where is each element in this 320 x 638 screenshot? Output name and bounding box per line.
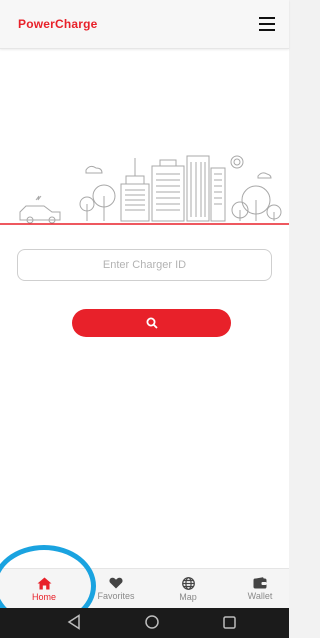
nav-label-wallet: Wallet bbox=[247, 591, 273, 601]
charger-id-input[interactable] bbox=[18, 258, 271, 272]
recents-square-icon[interactable] bbox=[223, 616, 236, 629]
wallet-icon bbox=[253, 577, 267, 589]
city-skyline-illustration bbox=[0, 155, 289, 225]
back-triangle-icon[interactable] bbox=[67, 614, 81, 630]
brand-logo: PowerCharge bbox=[18, 17, 98, 31]
app-screen: PowerCharge Enter Charger ID Home Favori… bbox=[0, 0, 289, 609]
nav-item-map[interactable]: Map bbox=[152, 569, 224, 609]
nav-item-wallet[interactable]: Wallet bbox=[224, 569, 296, 609]
home-circle-icon[interactable] bbox=[145, 615, 159, 629]
search-icon bbox=[146, 317, 158, 329]
globe-icon bbox=[181, 576, 195, 590]
nav-label-map: Map bbox=[179, 591, 197, 602]
brand-name: PowerCharge bbox=[18, 17, 98, 31]
nav-label-favorites: Favorites bbox=[97, 591, 135, 601]
search-button[interactable] bbox=[72, 309, 231, 337]
heart-icon bbox=[109, 577, 123, 589]
android-navigation-bar bbox=[0, 608, 289, 638]
charger-id-field[interactable] bbox=[17, 249, 272, 281]
hamburger-menu-icon[interactable] bbox=[259, 17, 275, 31]
top-app-bar: PowerCharge bbox=[0, 0, 289, 49]
